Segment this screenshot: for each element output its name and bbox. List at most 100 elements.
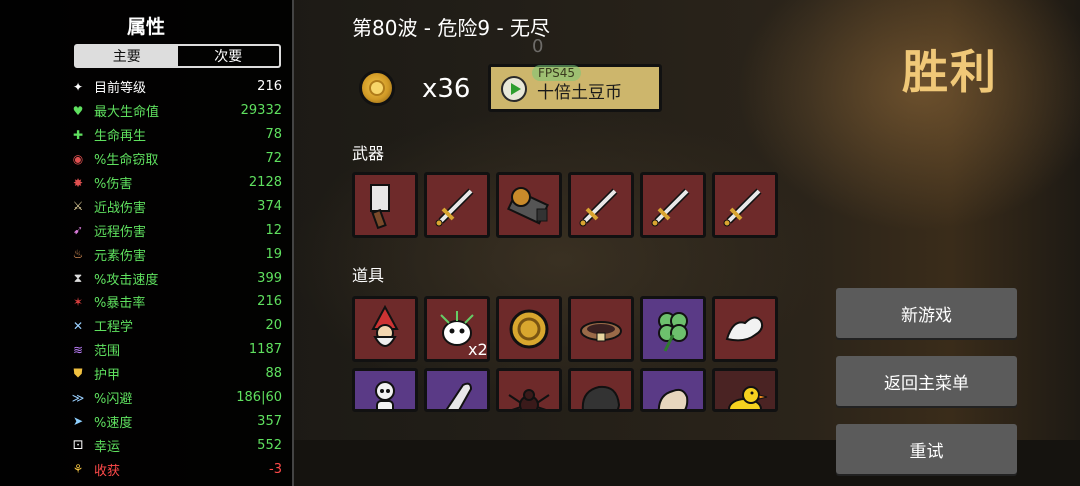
stat-label: 远程伤害 [94,224,147,240]
stat-value: 78 [265,127,282,143]
weapon-slot[interactable] [352,172,418,238]
stat-label: 近战伤害 [94,200,147,216]
flame-icon: ♨ [72,247,84,262]
stat-label: 元素伤害 [94,248,147,264]
stat-value: 216 [257,79,282,95]
item-slot[interactable] [568,296,634,362]
stat-row: ✚ 生命再生 78 [70,123,282,147]
stat-row: ➤ %速度 357 [70,409,282,433]
hourglass-icon: ⧗ [73,270,83,285]
stat-label: 工程学 [94,320,134,336]
stat-label: %速度 [94,415,133,431]
heart-icon: ♥ [72,103,84,118]
stat-value: 552 [257,437,282,453]
new-game-button[interactable]: 新游戏 [836,288,1017,338]
panel-title: 属性 [126,16,165,38]
stat-label: %暴击率 [94,296,146,312]
stat-label: 幸运 [94,439,121,455]
item-quantity: x2 [468,340,488,359]
item-slot[interactable] [496,368,562,412]
dice-icon: ⚀ [72,438,84,453]
stat-value: 19 [265,246,282,262]
regen-icon: ✚ [72,127,84,142]
stat-value: -3 [269,461,282,477]
main-menu-button[interactable]: 返回主菜单 [836,356,1017,406]
sword-icon: ⚔ [72,199,84,214]
harvest-icon: ⚘ [72,462,84,477]
wrench-icon: ✕ [72,318,84,333]
stat-value: 374 [257,198,282,214]
item-slot[interactable] [640,296,706,362]
stat-row: ≫ %闪避 186|60 [70,386,282,410]
stat-value: 12 [265,222,282,238]
stat-value: 216 [257,294,282,310]
tab-primary[interactable]: 主要 [76,46,178,66]
stat-value: 29332 [240,103,282,119]
weapon-slot[interactable] [496,172,562,238]
stats-panel: 属性 主要 次要 ✦ 目前等级 216 ♥ 最大生命值 29332 ✚ 生命再生 78 ◉ %生命窃… [0,0,292,486]
potato-coin-icon [359,70,395,106]
stat-row: ✶ %暴击率 216 [70,290,282,314]
tab-secondary[interactable]: 次要 [178,46,280,66]
play-ad-icon [501,76,527,102]
stat-label: 生命再生 [94,129,147,145]
stat-row: ✦ 目前等级 216 [70,75,282,99]
lifesteal-icon: ◉ [72,151,84,166]
stat-label: %攻击速度 [94,272,159,288]
stat-label: %生命窃取 [94,153,159,169]
panel-divider [292,0,294,486]
stat-row: ⛊ 护甲 88 [70,362,282,386]
stat-value: 357 [257,413,282,429]
weapons-label: 武器 [352,144,385,163]
stat-row: ◉ %生命窃取 72 [70,147,282,171]
speed-icon: ➤ [72,414,84,429]
weapon-slot[interactable] [640,172,706,238]
item-slot[interactable] [424,368,490,412]
stat-row: ♨ 元素伤害 19 [70,242,282,266]
dodge-icon: ≫ [71,390,85,405]
stat-row: ⚘ 收获 -3 [70,457,282,481]
bow-icon: ➹ [72,223,84,238]
stat-row: ≋ 范围 1187 [70,338,282,362]
damage-icon: ✸ [72,175,84,190]
item-slot[interactable] [496,296,562,362]
stat-label: 最大生命值 [94,105,160,121]
stat-value: 2128 [248,175,282,190]
victory-title: 胜利 [902,45,998,99]
stat-value: 186|60 [236,390,282,406]
stat-value: 20 [265,318,282,334]
stat-value: 1187 [248,342,282,358]
stat-value: 399 [257,270,282,286]
stat-row: ⚔ 近战伤害 374 [70,194,282,218]
stat-label: %伤害 [94,177,133,192]
stat-label: 范围 [94,344,121,360]
stat-label: %闪避 [94,392,133,408]
item-slot[interactable] [712,296,778,362]
stat-row: ➹ 远程伤害 12 [70,218,282,242]
item-slot[interactable] [712,368,778,412]
stat-label: 护甲 [94,368,121,384]
ghost-counter: 0 [532,36,544,57]
stat-value: 88 [265,366,282,382]
stat-row: ⚀ 幸运 552 [70,433,282,457]
weapon-slot[interactable] [712,172,778,238]
stat-row: ✕ 工程学 20 [70,314,282,338]
item-slot[interactable] [568,368,634,412]
weapon-slot[interactable] [568,172,634,238]
weapon-slot[interactable] [424,172,490,238]
item-slot[interactable] [352,296,418,362]
stat-row: ♥ 最大生命值 29332 [70,99,282,123]
retry-button[interactable]: 重试 [836,424,1017,474]
ten-potato-label: 十倍土豆币 [537,83,622,103]
item-slot[interactable] [640,368,706,412]
fps-badge: FPS45 [532,65,582,81]
level-icon: ✦ [72,79,84,94]
stat-value: 72 [265,151,282,167]
coin-count: x36 [422,74,471,104]
stats-tabs: 主要 次要 [74,44,281,68]
wave-title: 第80波 - 危险9 - 无尽 [352,16,551,40]
shield-icon: ⛊ [73,366,83,381]
item-slot[interactable] [352,368,418,412]
items-label: 道具 [352,266,385,285]
range-icon: ≋ [72,342,84,357]
